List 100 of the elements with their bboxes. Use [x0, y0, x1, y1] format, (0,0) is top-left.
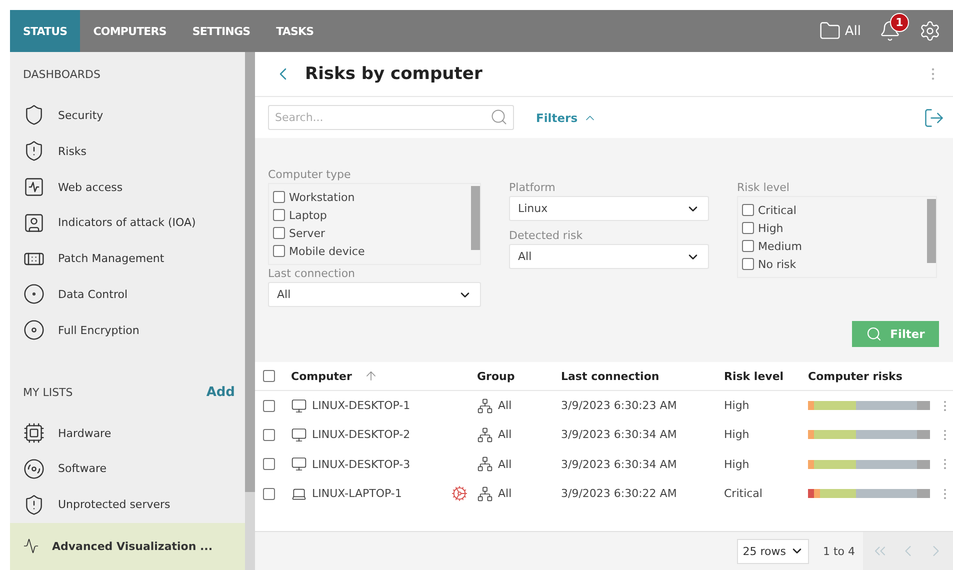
field-label: Platform [509, 181, 556, 194]
computer-name: LINUX-DESKTOP-1 [312, 399, 410, 412]
select-field[interactable]: Linux [509, 196, 709, 221]
table-cell-text: 3/9/2023 6:30:34 AM [561, 428, 678, 442]
chip-icon [23, 422, 45, 444]
network-icon [477, 486, 493, 502]
checkbox[interactable] [742, 240, 754, 252]
table-cell-text: 3/9/2023 6:30:34 AM [561, 458, 678, 471]
checkbox[interactable] [273, 191, 285, 203]
field-label: Risk level [737, 181, 790, 194]
shield-alert-icon [23, 494, 45, 516]
sidebar-item[interactable]: Patch Management [10, 240, 245, 277]
option-label: No risk [758, 258, 796, 270]
nav-tab[interactable]: SETTINGS [179, 10, 264, 52]
option-label: Laptop [289, 208, 327, 222]
group-name: All [498, 399, 512, 412]
table-cell-text: 3/9/2023 6:30:23 AM [561, 399, 678, 412]
column-header[interactable]: Risk level [724, 370, 784, 382]
nav-tab[interactable]: COMPUTERS [80, 10, 180, 52]
sidebar-item[interactable]: Hardware [10, 415, 245, 452]
select-field[interactable]: All [509, 244, 709, 269]
search-icon [866, 326, 882, 342]
shield-alert-icon [23, 140, 45, 162]
monitor-icon [291, 398, 307, 414]
page-range: 1 to 4 [822, 544, 855, 558]
sidebar-item[interactable]: Unprotected servers [10, 486, 245, 523]
row-checkbox[interactable] [263, 488, 275, 500]
select-field[interactable]: All [268, 282, 481, 307]
network-icon [477, 398, 493, 414]
computer-name: LINUX-DESKTOP-3 [312, 458, 410, 471]
folder-button[interactable]: All [818, 20, 861, 42]
section-heading: DASHBOARDS [23, 68, 100, 82]
checkbox[interactable] [742, 204, 754, 216]
monitor-icon [291, 456, 307, 472]
row-checkbox[interactable] [263, 400, 275, 412]
field-label: Computer type [268, 168, 352, 181]
field-label: Detected risk [509, 229, 584, 242]
computer-name: LINUX-LAPTOP-1 [312, 487, 402, 500]
table-cell-text: Critical [724, 487, 764, 500]
option-label: High [758, 222, 784, 234]
table-cell-text: 3/9/2023 6:30:22 AM [561, 487, 678, 500]
scrollbar-thumb[interactable] [245, 52, 255, 492]
monitor-icon [291, 426, 307, 443]
scrollbar[interactable] [471, 186, 480, 250]
person-badge-icon [23, 212, 45, 234]
filters-toggle[interactable]: Filters [536, 110, 597, 124]
pulse-icon [23, 538, 39, 554]
option-label: Medium [758, 240, 802, 252]
column-header[interactable]: Group [477, 370, 515, 382]
add-link[interactable]: Add [206, 385, 235, 400]
option-label: Mobile device [289, 244, 365, 258]
column-header[interactable]: Computer risks [808, 370, 902, 382]
checkbox[interactable] [273, 245, 285, 257]
rows-per-page-select[interactable]: 25 rows [736, 538, 809, 564]
row-checkbox[interactable] [263, 428, 275, 441]
table-cell-text: High [724, 428, 750, 442]
page-title: Risks by computer [305, 64, 482, 84]
sidebar-item[interactable]: Advanced Visualization ... [10, 522, 245, 570]
column-header[interactable]: Last connection [561, 370, 660, 382]
sidebar-item[interactable]: Risks [10, 133, 245, 170]
shield-icon [23, 104, 45, 126]
nav-tab[interactable]: STATUS [10, 10, 80, 52]
checkbox[interactable] [273, 227, 285, 239]
disc-icon [23, 319, 45, 342]
checkbox[interactable] [742, 222, 754, 234]
group-name: All [498, 458, 512, 471]
field-label: Last connection [268, 267, 356, 280]
folder-icon [818, 20, 841, 42]
sidebar-item[interactable]: Data Control [10, 276, 245, 312]
sidebar-item[interactable]: Security [10, 98, 245, 134]
computer-name: LINUX-DESKTOP-2 [312, 428, 410, 442]
settings-icon[interactable] [919, 20, 941, 42]
checkbox-list[interactable]: Critical High Medium No risk [737, 196, 937, 278]
checkbox[interactable] [742, 258, 754, 270]
select-all-checkbox[interactable] [263, 370, 275, 382]
nav-tab[interactable]: TASKS [263, 10, 327, 52]
checkbox[interactable] [273, 209, 285, 221]
sidebar-item[interactable]: Indicators of attack (IOA) [10, 204, 245, 241]
sidebar-item[interactable]: Full Encryption [10, 312, 245, 348]
network-icon [477, 426, 493, 443]
search-icon [490, 108, 508, 126]
disc-icon [23, 458, 45, 480]
export-icon[interactable] [923, 106, 945, 128]
pulse-icon [23, 176, 45, 198]
sort-arrow-icon [364, 369, 378, 383]
sidebar-item[interactable]: Software [10, 451, 245, 487]
table-cell-text: High [724, 399, 750, 412]
group-name: All [498, 487, 512, 500]
sidebar-item[interactable]: Web access [10, 169, 245, 205]
network-icon [477, 456, 493, 472]
checkbox-list[interactable]: Workstation Laptop Server Mobile device [268, 183, 481, 265]
group-name: All [498, 428, 512, 442]
target-icon [23, 283, 45, 306]
notification-badge: 1 [890, 13, 909, 32]
column-header[interactable]: Computer [291, 370, 352, 382]
table-cell-text: High [724, 458, 750, 471]
search-field[interactable]: Search... [268, 105, 514, 130]
bell-icon[interactable] [879, 20, 901, 42]
row-checkbox[interactable] [263, 458, 275, 470]
scrollbar[interactable] [927, 199, 936, 263]
